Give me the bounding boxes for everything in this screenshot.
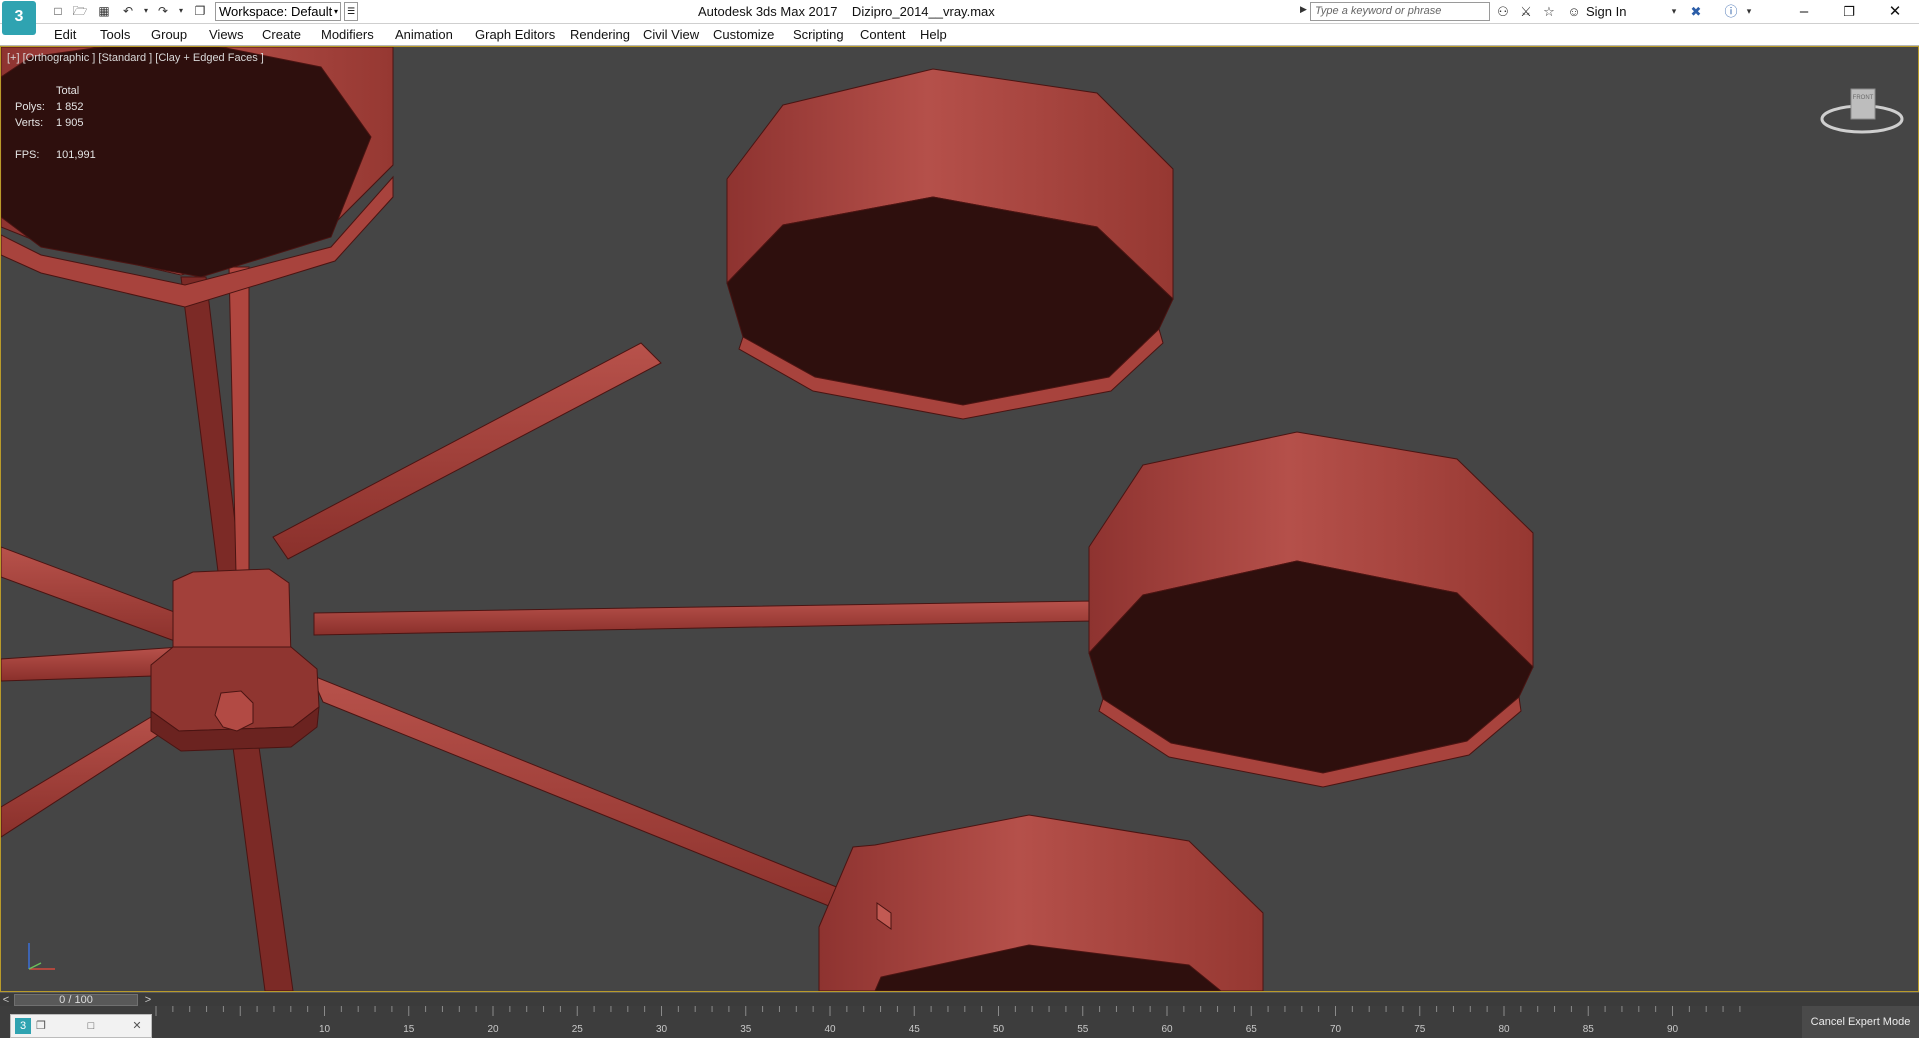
open-file-icon[interactable]: 🗁 [72, 3, 88, 19]
ruler-tick-label: 85 [1583, 1024, 1595, 1035]
restore-icon[interactable]: ❐ [1826, 0, 1872, 24]
fps-value: 101,991 [56, 149, 96, 161]
chandelier-hub [150, 568, 320, 752]
menu-modifiers[interactable]: Modifiers [321, 27, 374, 42]
help-icon[interactable]: ⓘ [1722, 3, 1740, 20]
ruler-tick-label: 15 [403, 1024, 415, 1035]
ruler-tick-label: 20 [487, 1024, 499, 1035]
viewport-label-menu[interactable]: [+] [Orthographic ] [Standard ] [Clay + … [7, 52, 264, 64]
scene-render[interactable] [1, 47, 1918, 991]
menu-civil-view[interactable]: Civil View [643, 27, 699, 42]
menu-create[interactable]: Create [262, 27, 301, 42]
menu-scripting[interactable]: Scripting [793, 27, 844, 42]
fps-label: FPS: [15, 149, 40, 161]
track-bar: 3 ❐ □ ✕ 10 15 20 25 30 35 40 45 50 55 60 65 70 75 80 85… [0, 1006, 1919, 1038]
thumbnail-close-icon[interactable]: ✕ [129, 1018, 145, 1034]
ruler-tick-label: 60 [1161, 1024, 1173, 1035]
ruler-tick-label: 90 [1667, 1024, 1679, 1035]
ruler-labels: 101520253035404550556065707580859095100 [319, 1024, 1679, 1035]
time-next-button[interactable]: > [142, 993, 154, 1007]
cancel-expert-mode-button[interactable]: Cancel Expert Mode [1802, 1006, 1919, 1038]
time-prev-button[interactable]: < [0, 993, 12, 1007]
menu-edit[interactable]: Edit [54, 27, 76, 42]
ruler-tick-label: 80 [1498, 1024, 1510, 1035]
star-icon[interactable]: ☆ [1540, 3, 1558, 20]
title-bar: 3 □ 🗁 ▦ ↶ ▾ ↷ ▾ ❐ Workspace: Default ▾ ☰… [0, 0, 1919, 35]
search-input[interactable]: Type a keyword or phrase [1310, 2, 1490, 21]
lamp-shade-right [1088, 431, 1534, 788]
menu-animation[interactable]: Animation [395, 27, 453, 42]
subscription-icon[interactable]: ⚔ [1517, 3, 1535, 20]
stats-header: Total [56, 85, 80, 97]
axis-tripod-icon [28, 943, 55, 970]
workspace-selector[interactable]: Workspace: Default ▾ [215, 2, 341, 21]
app-small-icon: 3 [15, 1018, 31, 1034]
polys-label: Polys: [15, 101, 45, 113]
ruler-tick-label: 55 [1077, 1024, 1089, 1035]
window-blank-icon[interactable]: □ [83, 1018, 99, 1034]
lamp-shade-bottom [818, 814, 1264, 991]
binoculars-icon[interactable]: ⚇ [1494, 3, 1512, 20]
close-icon[interactable]: ✕ [1872, 0, 1918, 24]
chevron-down-icon: ▾ [333, 7, 338, 16]
timeline-ruler[interactable]: 101520253035404550556065707580859095100 [152, 1006, 1742, 1038]
time-slider[interactable]: 0 / 100 [14, 994, 138, 1006]
help-dropdown-icon[interactable]: ▾ [1740, 3, 1758, 20]
verts-label: Verts: [15, 117, 44, 129]
menu-graph-editors[interactable]: Graph Editors [475, 27, 555, 42]
ruler-tick-label: 35 [740, 1024, 752, 1035]
project-folder-icon[interactable]: ❐ [192, 3, 208, 19]
sign-in-button[interactable]: Sign In [1586, 4, 1626, 19]
ruler-tick-label: 70 [1330, 1024, 1342, 1035]
menu-tools[interactable]: Tools [100, 27, 130, 42]
lamp-shade-top-center [726, 68, 1174, 420]
window-restore-icon[interactable]: ❐ [33, 1018, 49, 1034]
exchange-icon[interactable]: ✖ [1687, 3, 1705, 20]
user-icon[interactable]: ☺ [1565, 3, 1583, 20]
redo-icon[interactable]: ↷ [155, 3, 171, 19]
sign-in-dropdown-icon[interactable]: ▾ [1665, 3, 1683, 20]
redo-dropdown-icon[interactable]: ▾ [173, 3, 189, 19]
viewcube-face-label: FRONT [1853, 95, 1874, 101]
menu-customize[interactable]: Customize [713, 27, 774, 42]
ruler-tick-label: 40 [824, 1024, 836, 1035]
workspace-label: Workspace: Default [219, 4, 333, 19]
app-logo-icon[interactable]: 3 [2, 1, 36, 35]
undo-icon[interactable]: ↶ [120, 3, 136, 19]
new-file-icon[interactable]: □ [50, 3, 66, 19]
menu-views[interactable]: Views [209, 27, 243, 42]
time-slider-bar: < 0 / 100 > [0, 992, 1919, 1006]
quick-access-overflow-icon[interactable]: ☰ [344, 2, 358, 21]
menu-bar: Edit Tools Group Views Create Modifiers … [0, 24, 1919, 46]
viewcube-icon[interactable]: FRONT [1819, 83, 1905, 143]
ruler-tick-label: 10 [319, 1024, 331, 1035]
ruler-tick-label: 50 [993, 1024, 1005, 1035]
menu-help[interactable]: Help [920, 27, 947, 42]
menu-content[interactable]: Content [860, 27, 906, 42]
ruler-tick-label: 75 [1414, 1024, 1426, 1035]
ruler-ticks [155, 1006, 1741, 1016]
menu-group[interactable]: Group [151, 27, 187, 42]
minimize-icon[interactable]: – [1781, 0, 1827, 24]
ruler-tick-label: 45 [909, 1024, 921, 1035]
undo-dropdown-icon[interactable]: ▾ [138, 3, 154, 19]
menu-rendering[interactable]: Rendering [570, 27, 630, 42]
viewport-orthographic[interactable]: [+] [Orthographic ] [Standard ] [Clay + … [0, 46, 1919, 992]
ruler-tick-label: 65 [1246, 1024, 1258, 1035]
ruler-tick-label: 25 [572, 1024, 584, 1035]
window-title: Autodesk 3ds Max 2017 Dizipro_2014__vray… [698, 4, 995, 19]
verts-count: 1 905 [56, 117, 84, 129]
save-icon[interactable]: ▦ [96, 3, 112, 19]
polys-count: 1 852 [56, 101, 84, 113]
minilistener-thumbnail[interactable]: 3 ❐ □ ✕ [10, 1014, 152, 1038]
search-expand-icon[interactable]: ▶ [1300, 4, 1307, 15]
ruler-tick-label: 30 [656, 1024, 668, 1035]
